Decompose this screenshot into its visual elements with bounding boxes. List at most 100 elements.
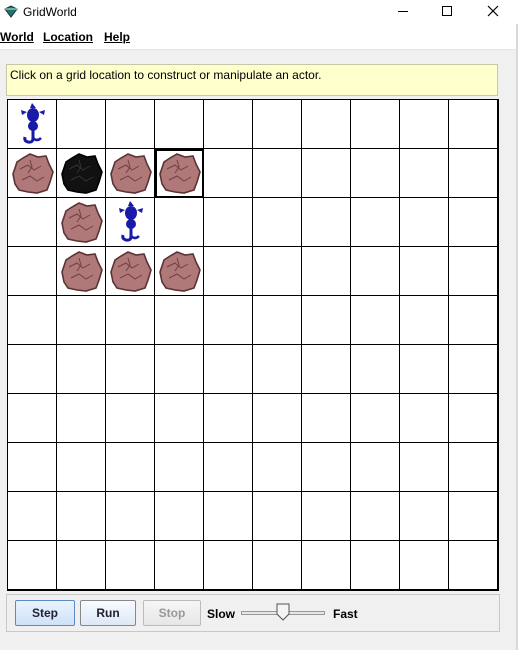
grid-cell[interactable] (400, 345, 449, 394)
grid-cell[interactable] (351, 296, 400, 345)
grid-cell[interactable] (449, 149, 498, 198)
run-button[interactable]: Run (80, 600, 136, 626)
grid-cell[interactable] (8, 100, 57, 149)
grid-cell[interactable] (8, 394, 57, 443)
grid-cell[interactable] (302, 443, 351, 492)
grid-cell[interactable] (400, 198, 449, 247)
grid-cell[interactable] (253, 345, 302, 394)
grid-cell[interactable] (253, 443, 302, 492)
grid-cell[interactable] (204, 198, 253, 247)
grid-cell[interactable] (449, 443, 498, 492)
grid-cell[interactable] (351, 541, 400, 590)
grid-cell[interactable] (106, 345, 155, 394)
grid-cell[interactable] (106, 149, 155, 198)
grid-cell[interactable] (106, 443, 155, 492)
grid-cell[interactable] (204, 345, 253, 394)
grid-cell[interactable] (106, 394, 155, 443)
grid-cell[interactable] (449, 296, 498, 345)
grid-cell[interactable] (57, 198, 106, 247)
grid-cell[interactable] (155, 492, 204, 541)
grid-cell[interactable] (155, 296, 204, 345)
grid-cell[interactable] (57, 247, 106, 296)
grid-cell[interactable] (8, 345, 57, 394)
minimize-button[interactable] (380, 0, 426, 24)
grid-cell[interactable] (351, 345, 400, 394)
grid-cell[interactable] (204, 296, 253, 345)
grid-cell[interactable] (57, 443, 106, 492)
grid-cell[interactable] (253, 296, 302, 345)
grid-cell[interactable] (351, 492, 400, 541)
grid-cell[interactable] (204, 541, 253, 590)
grid-cell[interactable] (351, 149, 400, 198)
grid-cell[interactable] (449, 198, 498, 247)
grid-cell[interactable] (155, 247, 204, 296)
grid-cell[interactable] (8, 198, 57, 247)
grid-cell[interactable] (400, 296, 449, 345)
grid-cell[interactable] (351, 198, 400, 247)
grid-cell[interactable] (204, 394, 253, 443)
grid-cell[interactable] (155, 541, 204, 590)
step-button[interactable]: Step (15, 600, 75, 626)
grid-cell[interactable] (253, 149, 302, 198)
grid-cell[interactable] (253, 541, 302, 590)
grid-cell[interactable] (8, 492, 57, 541)
grid-cell[interactable] (57, 149, 106, 198)
grid-cell[interactable] (302, 149, 351, 198)
grid-cell[interactable] (449, 100, 498, 149)
grid-cell[interactable] (155, 100, 204, 149)
grid-cell[interactable] (8, 541, 57, 590)
grid-cell[interactable] (351, 100, 400, 149)
grid-cell[interactable] (106, 541, 155, 590)
grid-cell[interactable] (8, 296, 57, 345)
grid-cell[interactable] (57, 296, 106, 345)
grid-cell[interactable] (449, 394, 498, 443)
grid-cell[interactable] (302, 198, 351, 247)
stop-button[interactable]: Stop (143, 600, 201, 626)
grid-cell[interactable] (400, 394, 449, 443)
grid-cell[interactable] (106, 492, 155, 541)
grid-cell[interactable] (57, 345, 106, 394)
grid-cell[interactable] (8, 443, 57, 492)
grid-cell[interactable] (351, 394, 400, 443)
grid-cell[interactable] (400, 541, 449, 590)
grid-cell[interactable] (155, 394, 204, 443)
grid-cell[interactable] (302, 492, 351, 541)
grid-cell[interactable] (351, 443, 400, 492)
grid-cell[interactable] (400, 149, 449, 198)
maximize-button[interactable] (424, 0, 470, 24)
grid-cell[interactable] (8, 149, 57, 198)
grid-cell[interactable] (57, 394, 106, 443)
grid-cell[interactable] (57, 541, 106, 590)
grid-cell[interactable] (302, 541, 351, 590)
grid-cell[interactable] (449, 492, 498, 541)
grid-cell[interactable] (106, 247, 155, 296)
grid-cell[interactable] (8, 247, 57, 296)
grid-cell[interactable] (204, 247, 253, 296)
grid-cell[interactable] (449, 541, 498, 590)
grid-cell[interactable] (106, 296, 155, 345)
grid-cell[interactable] (253, 247, 302, 296)
grid-cell[interactable] (106, 100, 155, 149)
grid-cell[interactable] (302, 345, 351, 394)
grid-cell[interactable] (204, 149, 253, 198)
grid-cell[interactable] (57, 100, 106, 149)
grid-cell[interactable] (204, 443, 253, 492)
grid-cell[interactable] (253, 198, 302, 247)
menu-location[interactable]: Location (43, 30, 93, 44)
grid-cell[interactable] (302, 296, 351, 345)
grid-cell[interactable] (302, 394, 351, 443)
grid-cell[interactable] (155, 345, 204, 394)
grid-cell[interactable] (155, 198, 204, 247)
grid-cell[interactable] (400, 492, 449, 541)
grid-cell[interactable] (253, 492, 302, 541)
grid-cell[interactable] (351, 247, 400, 296)
grid-cell[interactable] (400, 247, 449, 296)
grid-cell[interactable] (302, 247, 351, 296)
grid-cell[interactable] (302, 100, 351, 149)
grid-cell[interactable] (253, 100, 302, 149)
close-button[interactable] (470, 0, 516, 24)
menu-help[interactable]: Help (104, 30, 130, 44)
menu-world[interactable]: World (0, 30, 34, 44)
grid-cell[interactable] (155, 149, 204, 198)
grid-cell[interactable] (57, 492, 106, 541)
